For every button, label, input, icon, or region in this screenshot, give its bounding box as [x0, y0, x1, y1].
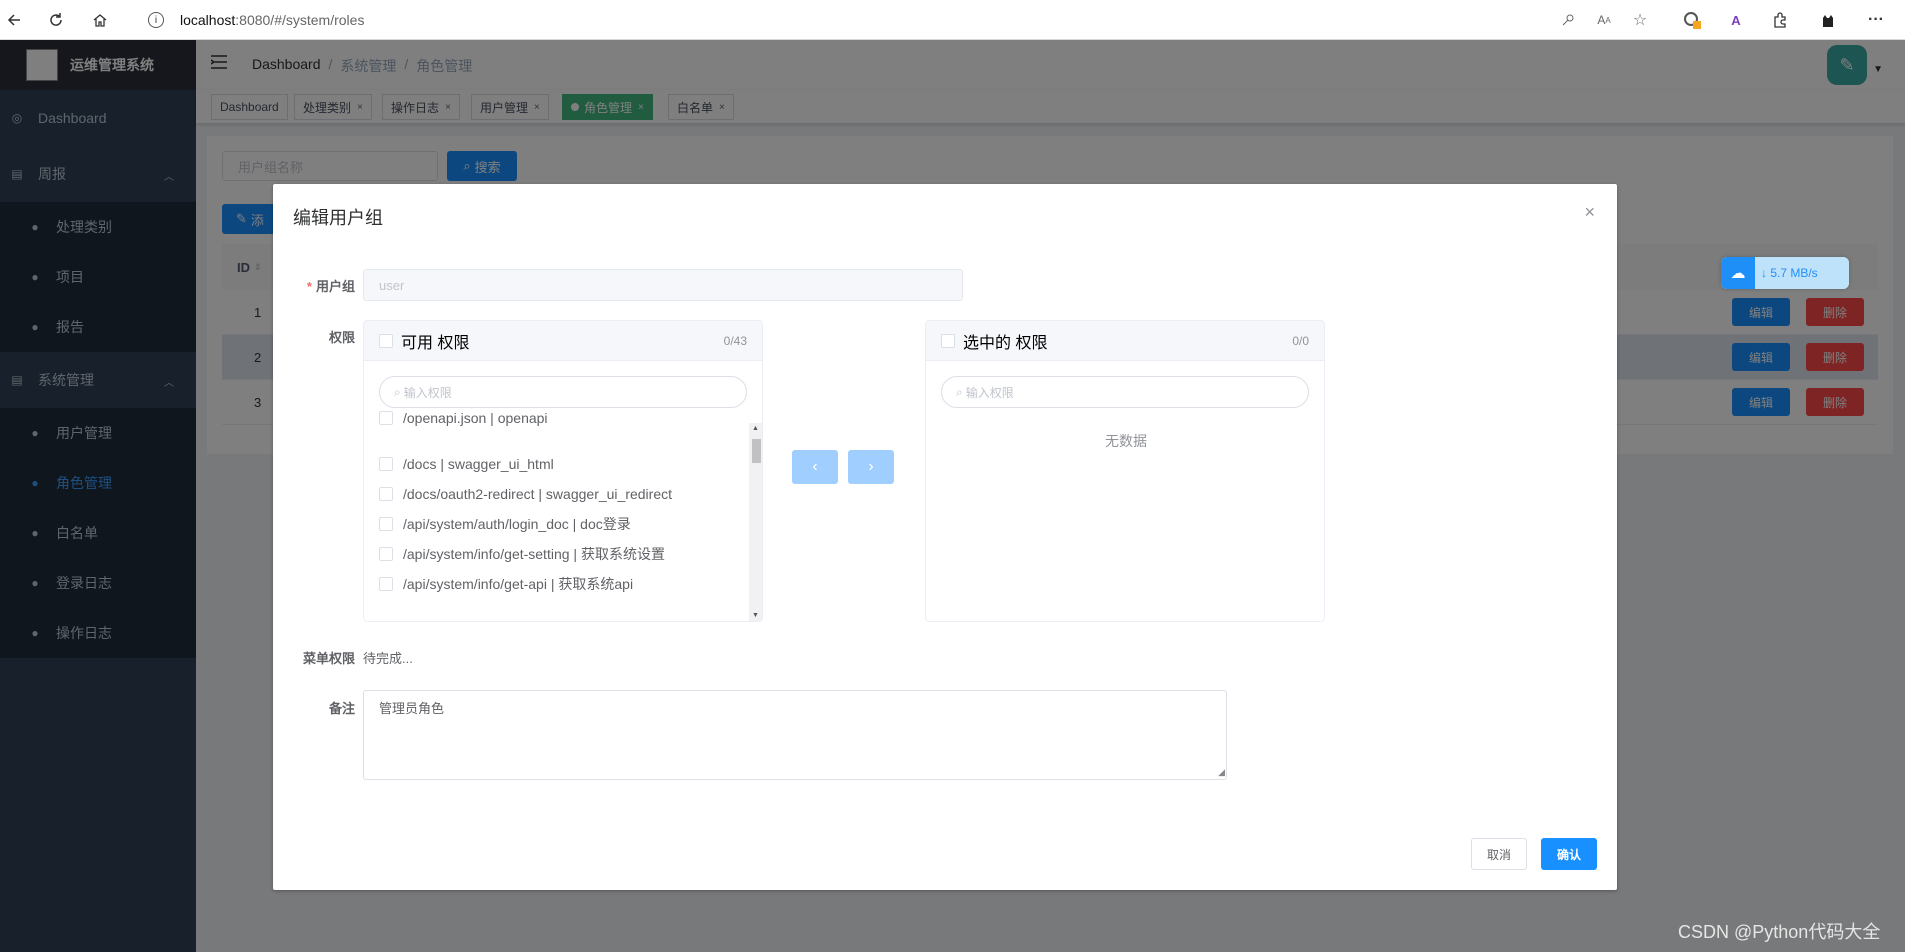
download-speed: ↓ 5.7 MB/s — [1755, 257, 1849, 289]
close-icon[interactable]: × — [1584, 202, 1595, 223]
item-label: /docs | swagger_ui_html — [403, 456, 554, 472]
panel-title: 可用 权限 — [401, 334, 470, 352]
move-left-button[interactable]: ‹ — [792, 450, 838, 484]
selected-permissions-panel: 选中的 权限 0/0 ⌕ 输入权限 无数据 — [925, 320, 1325, 622]
search-icon: ⌕ — [956, 384, 963, 399]
favorite-icon[interactable]: ☆ — [1628, 8, 1652, 32]
panel-header: 可用 权限 0/43 — [364, 321, 762, 361]
cancel-button[interactable]: 取消 — [1471, 838, 1527, 870]
select-all-checkbox[interactable] — [379, 333, 393, 348]
download-speed-widget[interactable]: ☁ ↓ 5.7 MB/s — [1721, 257, 1849, 289]
available-permissions-panel: 可用 权限 0/43 ⌕ 输入权限 /openapi.json | openapi… — [363, 320, 763, 622]
home-icon[interactable] — [88, 8, 112, 32]
more-menu-icon[interactable]: ··· — [1864, 8, 1888, 32]
item-checkbox[interactable] — [379, 411, 393, 425]
item-label: /api/system/auth/login_doc | doc登录 — [403, 516, 631, 532]
item-checkbox[interactable] — [379, 547, 393, 561]
item-label: /openapi.json | openapi — [403, 410, 548, 426]
panel-title: 选中的 权限 — [963, 334, 1048, 352]
item-checkbox[interactable] — [379, 577, 393, 591]
back-icon[interactable] — [2, 8, 26, 32]
search-icon: ⌕ — [394, 384, 401, 399]
menu-permission-label: 菜单权限 — [302, 651, 355, 666]
panel-count: 0/43 — [723, 333, 747, 348]
list-item[interactable]: /docs | swagger_ui_html — [379, 454, 554, 474]
required-mark: * — [306, 279, 312, 294]
permission-filter-input[interactable]: ⌕ 输入权限 — [941, 376, 1309, 408]
item-checkbox[interactable] — [379, 517, 393, 531]
permission-filter-input[interactable]: ⌕ 输入权限 — [379, 376, 747, 408]
panel-count: 0/0 — [1292, 333, 1309, 348]
resize-handle-icon[interactable]: ◢ — [1218, 767, 1225, 778]
refresh-icon[interactable] — [44, 8, 68, 32]
group-label-text: 用户组 — [315, 279, 355, 294]
scroll-up-icon[interactable]: ▲ — [752, 425, 759, 432]
filter-placeholder: 输入权限 — [403, 385, 452, 400]
extensions-icon[interactable] — [1768, 8, 1792, 32]
translate-icon[interactable]: A — [1724, 8, 1748, 32]
list-item[interactable]: /api/system/info/get-api | 获取系统api — [379, 574, 633, 594]
item-label: /api/system/info/get-setting | 获取系统设置 — [403, 546, 665, 562]
extension-badge-icon[interactable] — [1680, 8, 1704, 32]
list-scrollbar[interactable]: ▲ ▼ — [749, 423, 762, 621]
list-item[interactable]: /api/system/info/get-setting | 获取系统设置 — [379, 544, 665, 564]
select-all-checkbox[interactable] — [941, 333, 955, 348]
remark-text: 管理员角色 — [379, 701, 445, 716]
panel-header: 选中的 权限 0/0 — [926, 321, 1324, 361]
remark-label: 备注 — [328, 701, 355, 716]
url-path: :8080/#/system/roles — [235, 12, 365, 28]
item-label: /api/system/info/get-api | 获取系统api — [403, 576, 634, 592]
group-name-field[interactable]: user — [363, 269, 963, 301]
key-icon[interactable] — [1556, 8, 1580, 32]
profile-icon[interactable] — [1816, 8, 1840, 32]
menu-permission-value: 待完成... — [363, 651, 413, 666]
edit-group-dialog: 编辑用户组 × * 用户组 user 权限 可用 权限 0/43 ⌕ 输入权限 /o… — [273, 184, 1617, 890]
filter-placeholder: 输入权限 — [965, 385, 1014, 400]
empty-text: 无数据 — [1105, 433, 1147, 449]
group-label: * 用户组 — [293, 276, 355, 295]
item-label: /docs/oauth2-redirect | swagger_ui_redir… — [403, 486, 673, 502]
list-item[interactable]: /docs/oauth2-redirect | swagger_ui_redir… — [379, 484, 672, 504]
cloud-icon: ☁ — [1721, 257, 1755, 289]
list-item[interactable]: /api/system/auth/login_doc | doc登录 — [379, 514, 631, 534]
item-checkbox[interactable] — [379, 457, 393, 471]
permission-label: 权限 — [328, 330, 355, 345]
read-aloud-icon[interactable]: AA — [1592, 8, 1616, 32]
url-host: localhost — [180, 12, 236, 28]
info-icon: i — [148, 12, 164, 28]
scroll-down-icon[interactable]: ▼ — [752, 612, 759, 619]
remark-textarea[interactable]: 管理员角色 ◢ — [363, 690, 1227, 780]
move-right-button[interactable]: › — [848, 450, 894, 484]
dialog-title: 编辑用户组 — [293, 208, 383, 228]
list-item[interactable]: /openapi.json | openapi — [379, 408, 548, 428]
item-checkbox[interactable] — [379, 487, 393, 501]
watermark: CSDN @Python代码大全 — [1678, 922, 1881, 942]
browser-toolbar: i localhost:8080/#/system/roles AA ☆ A ·… — [0, 0, 1905, 40]
confirm-button[interactable]: 确认 — [1541, 838, 1597, 870]
address-bar[interactable]: i localhost:8080/#/system/roles — [130, 5, 1650, 35]
scroll-thumb[interactable] — [752, 439, 761, 463]
